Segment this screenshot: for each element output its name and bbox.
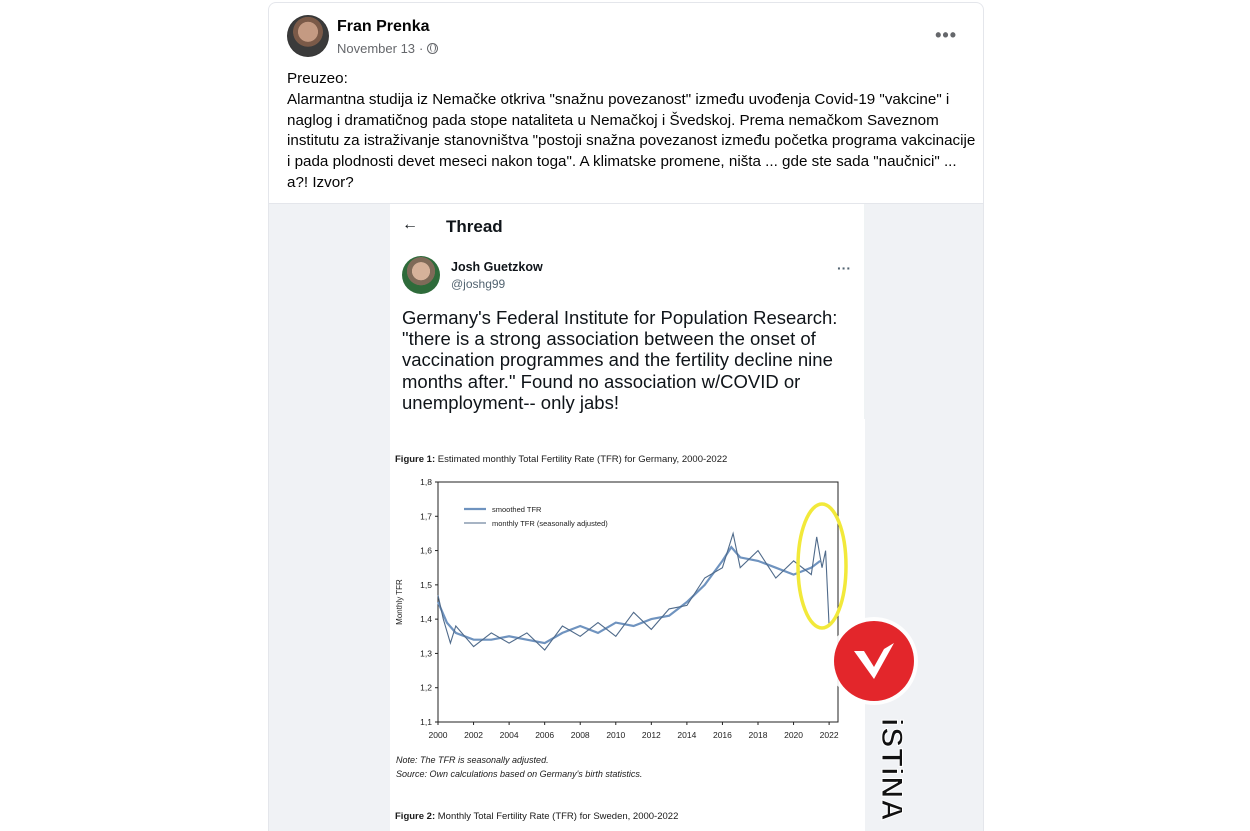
y-tick-label: 1,2 (420, 683, 432, 693)
tweet-avatar (402, 256, 440, 294)
figure-source: Source: Own calculations based on German… (396, 769, 643, 779)
figure-caption-label: Figure 1: (395, 454, 436, 465)
globe-icon[interactable] (427, 43, 439, 54)
author-name[interactable]: Fran Prenka (337, 18, 429, 36)
y-tick-label: 1,8 (420, 477, 432, 487)
tweet-more-icon: ··· (837, 260, 851, 276)
tfr-line-chart: 1,1 1,2 1,3 1,4 1,5 1,6 1,7 1,8 2000 2002 2004 2006… (395, 477, 848, 740)
x-tick-label: 2016 (713, 730, 732, 740)
y-tick-label: 1,3 (420, 648, 432, 658)
figure-2-caption: Figure 2: Monthly Total Fertility Rate (… (395, 811, 678, 822)
figure-caption: Figure 1: Estimated monthly Total Fertil… (395, 454, 727, 465)
facebook-post: Fran Prenka November 13 · ••• Preuzeo: A… (268, 2, 984, 831)
more-options-icon[interactable]: ••• (935, 25, 957, 46)
y-tick-label: 1,1 (420, 717, 432, 727)
y-tick-label: 1,5 (420, 580, 432, 590)
meta-separator: · (419, 41, 424, 56)
istina-logo-icon (834, 621, 914, 701)
post-meta: November 13 · (337, 41, 439, 56)
istina-watermark: iSTiNA (875, 718, 909, 823)
x-tick-label: 2018 (749, 730, 768, 740)
tweet: ← Thread Josh Guetzkow @joshg99 ··· Germ… (390, 204, 865, 419)
x-tick-label: 2002 (464, 730, 483, 740)
x-tick-label: 2012 (642, 730, 661, 740)
post-text: Preuzeo: Alarmantna studija iz Nemačke o… (287, 70, 976, 191)
y-tick-label: 1,7 (420, 511, 432, 521)
legend-label: monthly TFR (seasonally adjusted) (492, 519, 608, 528)
y-tick-label: 1,6 (420, 546, 432, 556)
x-tick-label: 2000 (429, 730, 448, 740)
x-tick-label: 2020 (784, 730, 803, 740)
post-date[interactable]: November 13 (337, 41, 415, 56)
post-image[interactable]: ← Thread Josh Guetzkow @joshg99 ··· Germ… (269, 204, 983, 831)
x-tick-label: 2010 (606, 730, 625, 740)
x-tick-label: 2004 (500, 730, 519, 740)
figure-caption-text: Estimated monthly Total Fertility Rate (… (437, 454, 728, 465)
thread-title: Thread (446, 217, 503, 236)
plot-frame (437, 481, 839, 723)
x-tick-label: 2008 (571, 730, 590, 740)
y-axis-label: Monthly TFR (395, 579, 404, 625)
figure-2-label: Figure 2: (395, 811, 436, 822)
tweet-author-name: Josh Guetzkow (451, 260, 543, 274)
tweet-text: Germany's Federal Institute for Populati… (402, 307, 838, 413)
embedded-screenshot: ← Thread Josh Guetzkow @joshg99 ··· Germ… (390, 204, 914, 831)
legend-label: smoothed TFR (492, 505, 542, 514)
x-tick-label: 2006 (535, 730, 554, 740)
back-arrow-icon: ← (402, 216, 418, 233)
figure-note: Note: The TFR is seasonally adjusted. (396, 755, 549, 765)
y-tick-label: 1,4 (420, 614, 432, 624)
x-tick-label: 2022 (820, 730, 839, 740)
x-tick-label: 2014 (677, 730, 696, 740)
author-avatar[interactable] (287, 15, 329, 57)
tweet-border (864, 204, 865, 419)
figure-2-text: Monthly Total Fertility Rate (TFR) for S… (437, 811, 679, 822)
tweet-author-handle: @joshg99 (451, 277, 506, 291)
istina-check-icon (854, 643, 894, 679)
post-header: Fran Prenka November 13 · ••• (287, 15, 977, 59)
